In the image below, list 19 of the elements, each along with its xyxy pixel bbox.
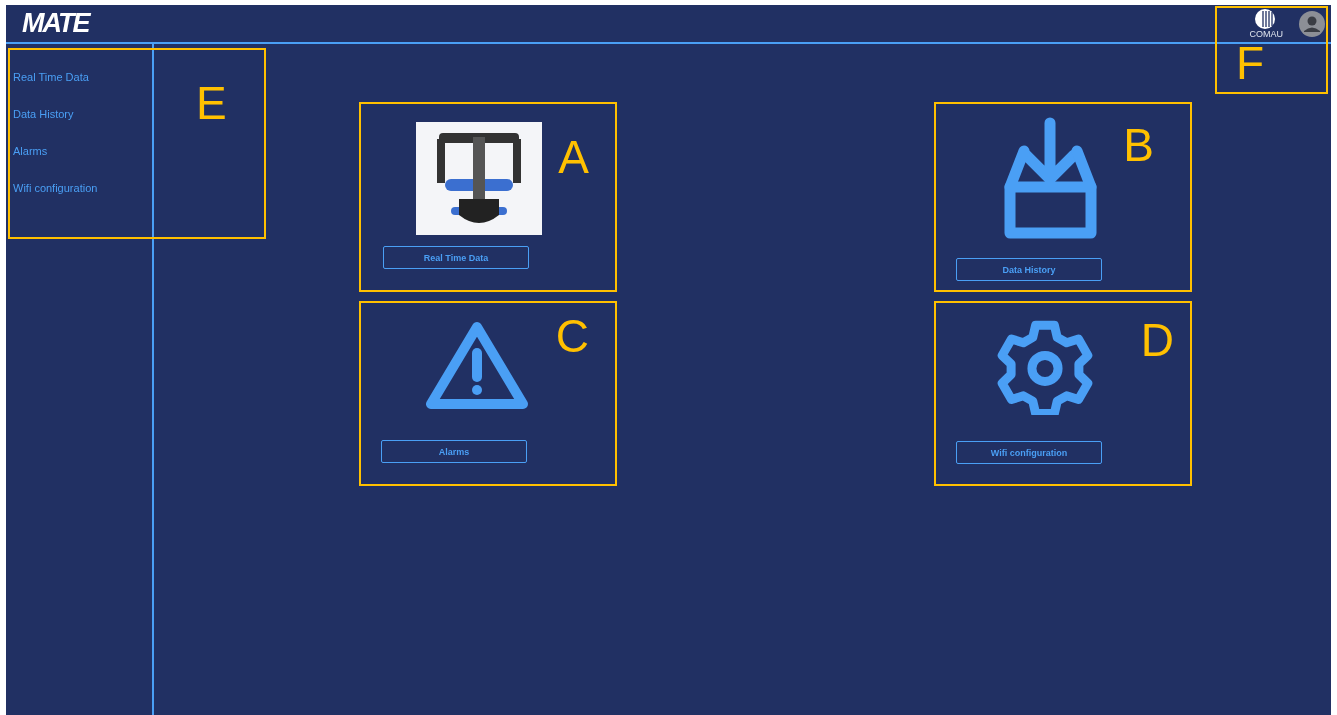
annotation-letter: A <box>558 134 589 180</box>
download-tray-icon <box>1002 115 1099 239</box>
nav-link[interactable]: Real Time Data <box>6 70 152 85</box>
nav-link[interactable]: Wifi configuration <box>6 181 152 196</box>
nav-link[interactable]: Data History <box>6 107 152 122</box>
annotation-letter: C <box>555 313 589 359</box>
annotation-letter: B <box>1123 122 1154 168</box>
brand-logo: COMAU <box>1249 8 1283 39</box>
nav-button[interactable]: Data History <box>956 258 1102 281</box>
nav-button[interactable]: Alarms <box>381 440 527 463</box>
logo: MATE <box>22 8 89 39</box>
annotation-letter: E <box>196 80 227 126</box>
user-avatar-icon[interactable] <box>1299 10 1325 37</box>
nav-link[interactable]: Alarms <box>6 144 152 159</box>
warning-icon <box>423 319 531 412</box>
nav-button[interactable]: Real Time Data <box>383 246 529 269</box>
annotation-letter: F <box>1236 40 1265 86</box>
nav-button[interactable]: Wifi configuration <box>956 441 1102 464</box>
annotation-letter: D <box>1140 317 1174 363</box>
